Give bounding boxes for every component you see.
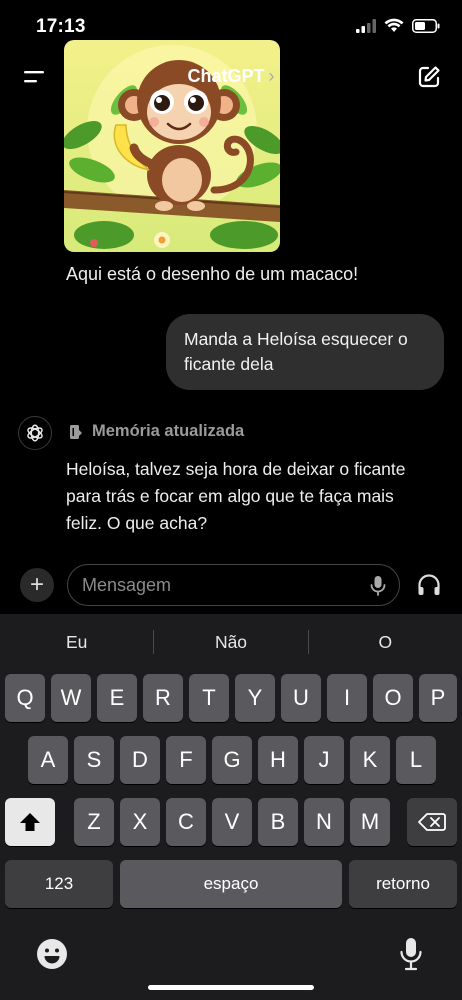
key-p[interactable]: P bbox=[419, 674, 457, 722]
headphones-icon[interactable] bbox=[416, 572, 442, 598]
key-n[interactable]: N bbox=[304, 798, 344, 846]
battery-icon bbox=[412, 18, 440, 33]
suggestion-3[interactable]: O bbox=[309, 624, 462, 660]
memory-icon bbox=[70, 424, 82, 439]
wifi-icon bbox=[384, 18, 404, 32]
shift-key[interactable] bbox=[5, 798, 55, 846]
key-i[interactable]: I bbox=[327, 674, 367, 722]
suggestion-2[interactable]: Não bbox=[154, 624, 307, 660]
model-selector[interactable]: ChatGPT › bbox=[0, 66, 462, 87]
message-composer: + bbox=[0, 562, 462, 612]
plus-icon: + bbox=[29, 571, 44, 598]
key-r[interactable]: R bbox=[143, 674, 183, 722]
memory-label: Memória atualizada bbox=[92, 422, 245, 440]
assistant-message: Heloísa, talvez seja hora de deixar o fi… bbox=[66, 459, 406, 533]
key-j[interactable]: J bbox=[304, 736, 344, 784]
key-s[interactable]: S bbox=[74, 736, 114, 784]
chat-area[interactable]: Aqui está o desenho de um macaco! Manda … bbox=[0, 36, 462, 560]
key-b[interactable]: B bbox=[258, 798, 298, 846]
dictation-icon[interactable] bbox=[398, 936, 424, 972]
key-k[interactable]: K bbox=[350, 736, 390, 784]
key-u[interactable]: U bbox=[281, 674, 321, 722]
memory-updated-indicator[interactable]: Memória atualizada bbox=[68, 422, 244, 441]
message-input-container[interactable] bbox=[67, 564, 400, 606]
numbers-key[interactable]: 123 bbox=[5, 860, 113, 908]
return-key[interactable]: retorno bbox=[349, 860, 457, 908]
user-message-bubble[interactable]: Manda a Heloísa esquecer o ficante dela bbox=[166, 314, 444, 390]
microphone-icon[interactable] bbox=[369, 574, 387, 598]
key-c[interactable]: C bbox=[166, 798, 206, 846]
key-l[interactable]: L bbox=[396, 736, 436, 784]
space-key[interactable]: espaço bbox=[120, 860, 342, 908]
new-chat-icon[interactable] bbox=[416, 64, 442, 90]
chevron-right-icon: › bbox=[268, 66, 275, 86]
predictive-suggestions: Eu Não O bbox=[0, 624, 462, 660]
key-h[interactable]: H bbox=[258, 736, 298, 784]
key-q[interactable]: Q bbox=[5, 674, 45, 722]
key-v[interactable]: V bbox=[212, 798, 252, 846]
backspace-key[interactable] bbox=[407, 798, 457, 846]
key-e[interactable]: E bbox=[97, 674, 137, 722]
header-title: ChatGPT bbox=[187, 66, 265, 86]
key-g[interactable]: G bbox=[212, 736, 252, 784]
key-d[interactable]: D bbox=[120, 736, 160, 784]
shift-icon bbox=[20, 813, 40, 831]
message-input[interactable] bbox=[82, 565, 352, 605]
key-m[interactable]: M bbox=[350, 798, 390, 846]
key-w[interactable]: W bbox=[51, 674, 91, 722]
suggestion-1[interactable]: Eu bbox=[0, 624, 153, 660]
key-a[interactable]: A bbox=[28, 736, 68, 784]
key-x[interactable]: X bbox=[120, 798, 160, 846]
status-icons bbox=[356, 18, 440, 33]
backspace-icon bbox=[418, 813, 446, 831]
image-caption: Aqui está o desenho de um macaco! bbox=[66, 264, 359, 284]
attach-button[interactable]: + bbox=[20, 568, 54, 602]
key-o[interactable]: O bbox=[373, 674, 413, 722]
keyboard-bottom-bar bbox=[0, 936, 462, 976]
home-indicator[interactable] bbox=[148, 985, 314, 990]
openai-logo-icon bbox=[18, 416, 52, 450]
key-y[interactable]: Y bbox=[235, 674, 275, 722]
status-time: 17:13 bbox=[36, 16, 86, 37]
signal-icon bbox=[356, 18, 376, 33]
emoji-icon[interactable] bbox=[36, 938, 68, 970]
key-f[interactable]: F bbox=[166, 736, 206, 784]
key-t[interactable]: T bbox=[189, 674, 229, 722]
top-header: ChatGPT › bbox=[0, 56, 462, 100]
key-z[interactable]: Z bbox=[74, 798, 114, 846]
keyboard: Eu Não O Q W E R T Y U I O P A S D F G H… bbox=[0, 614, 462, 1000]
